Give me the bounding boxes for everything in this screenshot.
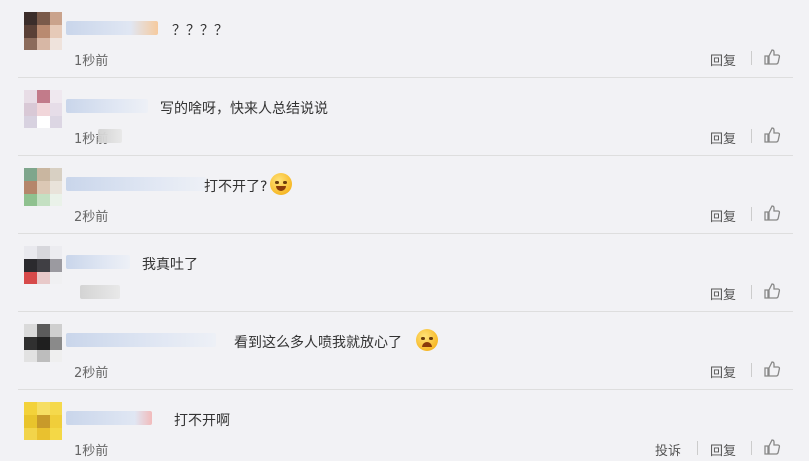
avatar[interactable] [24,168,62,206]
avatar[interactable] [24,246,62,284]
avatar[interactable] [24,12,62,50]
username[interactable] [66,99,148,113]
reply-button[interactable]: 回复 [710,440,736,459]
thumbs-up-icon[interactable] [763,282,781,300]
comment-list: ？？？？ 1秒前 回复 写的啥呀，快来人总结说说 1秒前 回复 打不开了? 2秒… [0,0,809,461]
username[interactable] [66,21,158,35]
username[interactable] [66,411,152,425]
comment-item: 打不开了? 2秒前 回复 [0,156,809,234]
divider [751,129,752,143]
thumbs-up-icon[interactable] [763,126,781,144]
comment-time: 2秒前 [74,210,109,225]
comment-text: 打不开了? [204,179,268,195]
comment-time: 2秒前 [74,366,109,381]
redacted-mask [98,129,122,143]
comment-time: 1秒前 [74,444,109,459]
report-button[interactable]: 投诉 [655,440,681,459]
reply-button[interactable]: 回复 [710,50,736,69]
divider [751,441,752,455]
comment-item: 写的啥呀，快来人总结说说 1秒前 回复 [0,78,809,156]
divider [751,285,752,299]
thumbs-up-icon[interactable] [763,438,781,456]
username[interactable] [66,177,206,191]
divider [751,51,752,65]
divider [751,207,752,221]
comment-text: 看到这么多人喷我就放心了 [234,335,402,351]
comment-item: 打不开啊 1秒前 投诉 回复 [0,390,809,461]
reply-button[interactable]: 回复 [710,362,736,381]
reply-button[interactable]: 回复 [710,284,736,303]
comment-item: 我真吐了 回复 [0,234,809,312]
comment-text: 我真吐了 [142,257,198,273]
avatar[interactable] [24,402,62,440]
divider [751,363,752,377]
thumbs-up-icon[interactable] [763,360,781,378]
comment-item: ？？？？ 1秒前 回复 [0,0,809,78]
reply-button[interactable]: 回复 [710,206,736,225]
comment-text: 写的啥呀，快来人总结说说 [160,101,328,117]
avatar[interactable] [24,324,62,362]
sweat-smile-emoji [270,173,292,195]
divider [697,441,698,455]
comment-text: 打不开啊 [174,413,230,429]
relieved-emoji [416,329,438,351]
username[interactable] [66,333,216,347]
username[interactable] [66,255,130,269]
comment-text: ？？？？ [172,23,228,39]
avatar[interactable] [24,90,62,128]
comment-item: 看到这么多人喷我就放心了 2秒前 回复 [0,312,809,390]
thumbs-up-icon[interactable] [763,48,781,66]
comment-time: 1秒前 [74,54,109,69]
redacted-mask [80,285,120,299]
thumbs-up-icon[interactable] [763,204,781,222]
reply-button[interactable]: 回复 [710,128,736,147]
